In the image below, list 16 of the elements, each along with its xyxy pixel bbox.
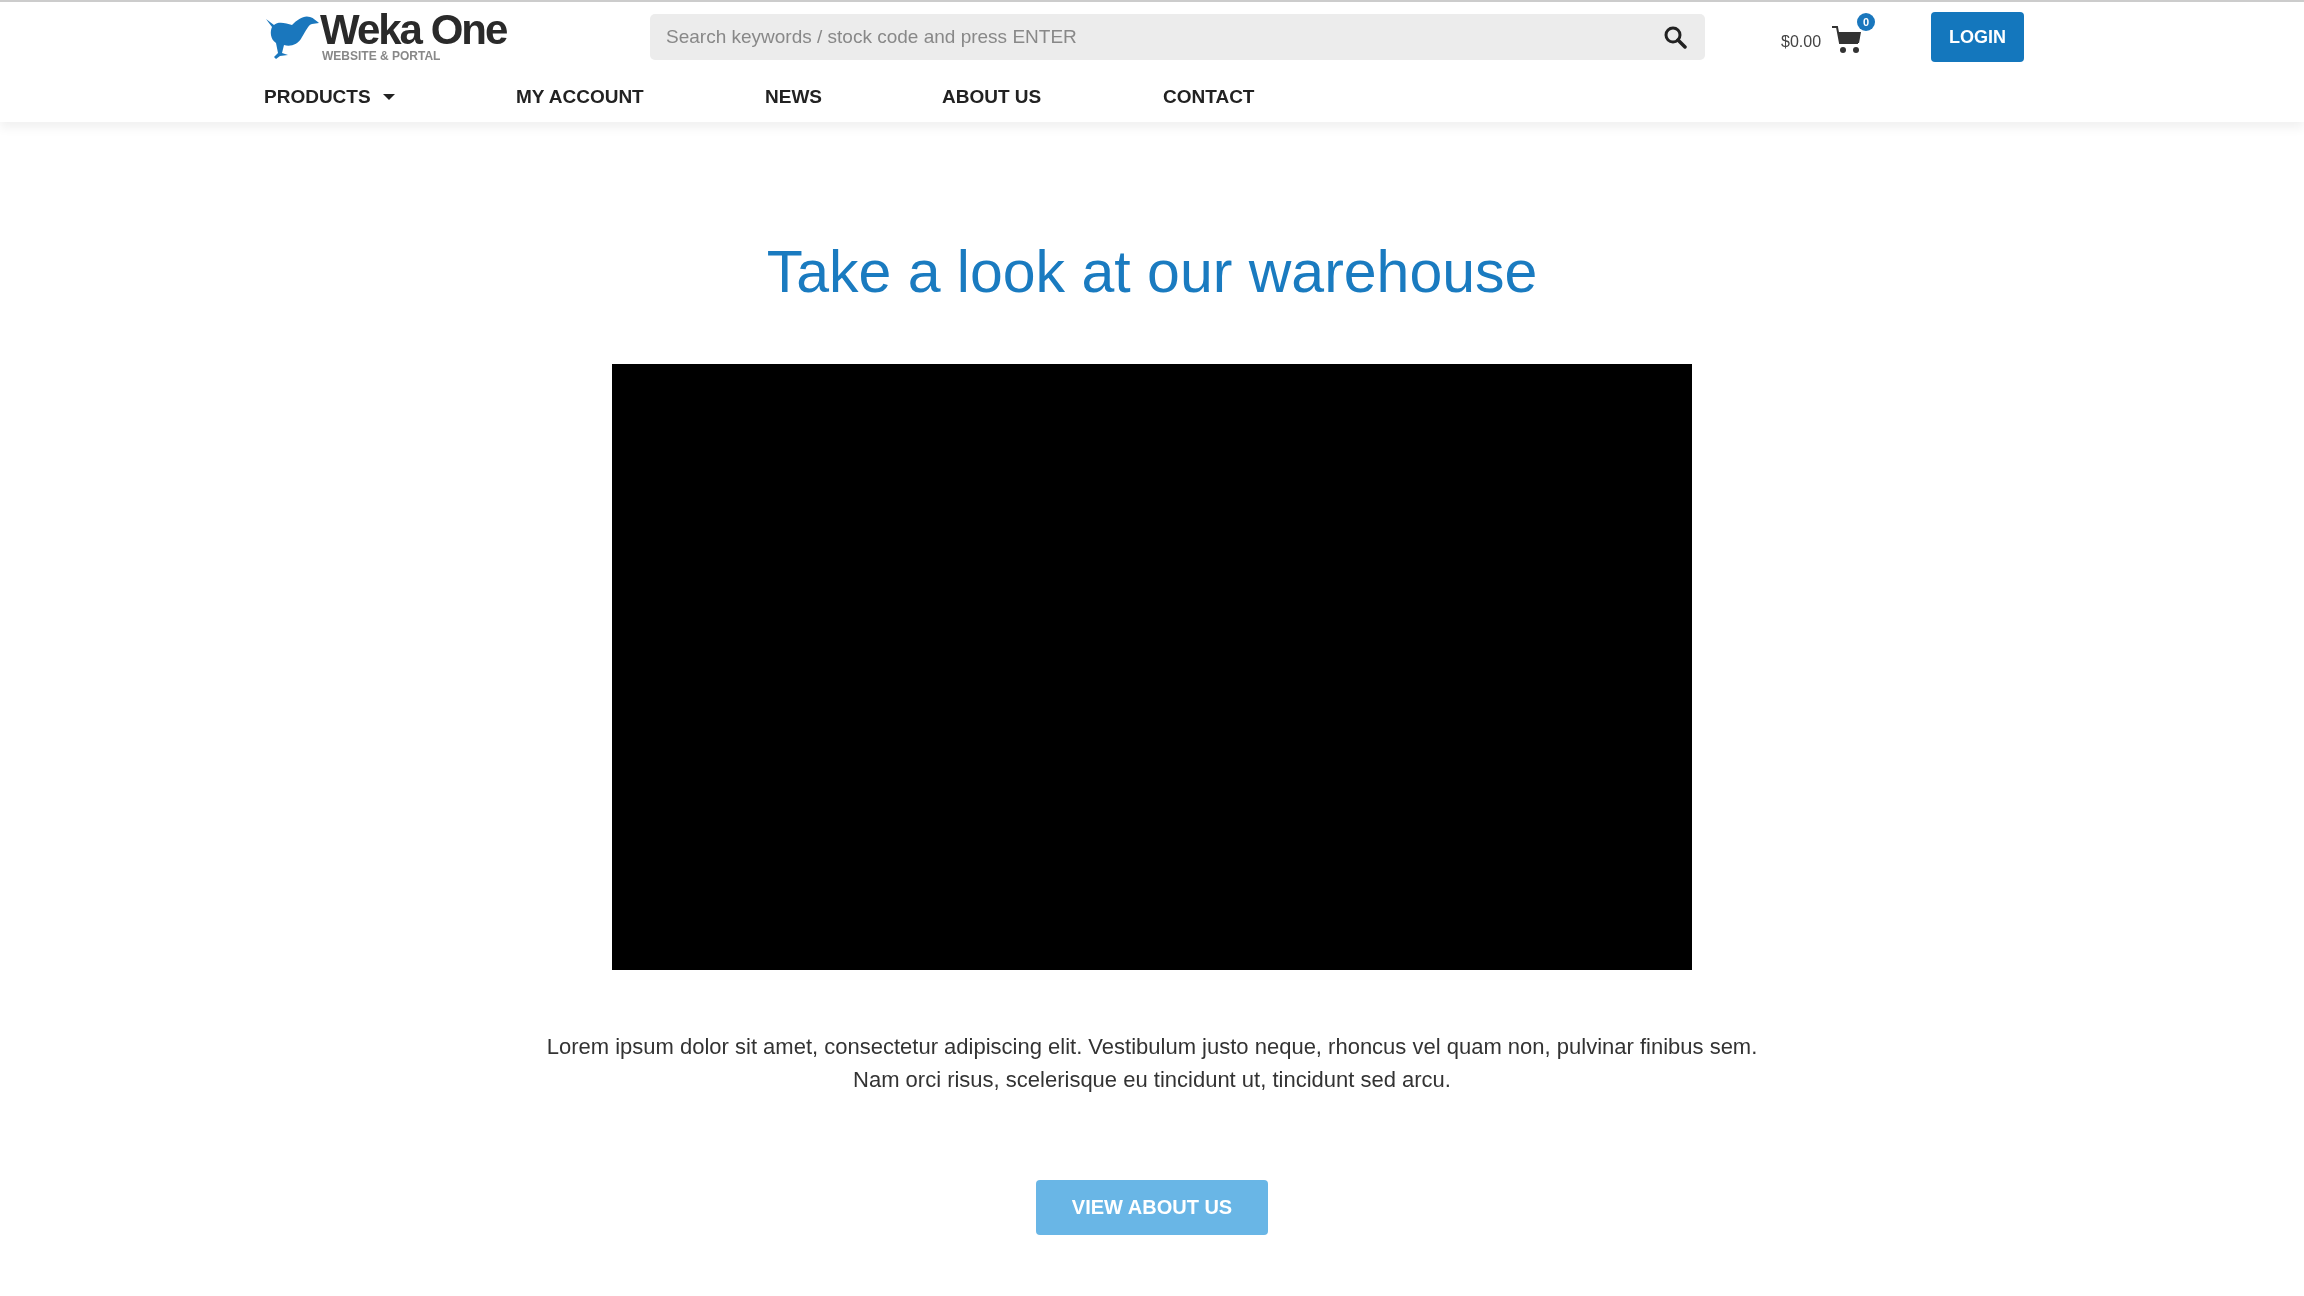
- description-text: Lorem ipsum dolor sit amet, consectetur adipiscing elit. Vestibulum justo neque, rhoncus vel quam non, pulvinar finibus sem. Nam orci risus, scelerisque eu tincidunt ut, tincidunt sed arcu.: [545, 1033, 1759, 1094]
- cart-total: $0.00: [1781, 33, 1822, 51]
- cart-icon[interactable]: [1831, 25, 1864, 55]
- nav-link[interactable]: CONTACT: [1163, 86, 1255, 108]
- logo-tagline: WEBSITE & PORTAL: [322, 49, 442, 63]
- search-icon[interactable]: [1663, 25, 1687, 49]
- login-button[interactable]: LOGIN: [1931, 12, 2025, 62]
- nav-link[interactable]: MY ACCOUNT: [516, 86, 765, 108]
- cart-count-badge: 0: [1857, 13, 1876, 31]
- caret-icon: [382, 94, 395, 100]
- nav-link[interactable]: ABOUT US: [942, 86, 1163, 108]
- logo-wordmark[interactable]: Weka One: [320, 11, 507, 49]
- search-field[interactable]: Search keywords / stock code and press ENTER: [650, 14, 1705, 60]
- section-heading: Take a look at our warehouse: [766, 238, 1538, 307]
- nav-link[interactable]: NEWS: [765, 86, 942, 108]
- nav-link[interactable]: PRODUCTS: [264, 86, 516, 108]
